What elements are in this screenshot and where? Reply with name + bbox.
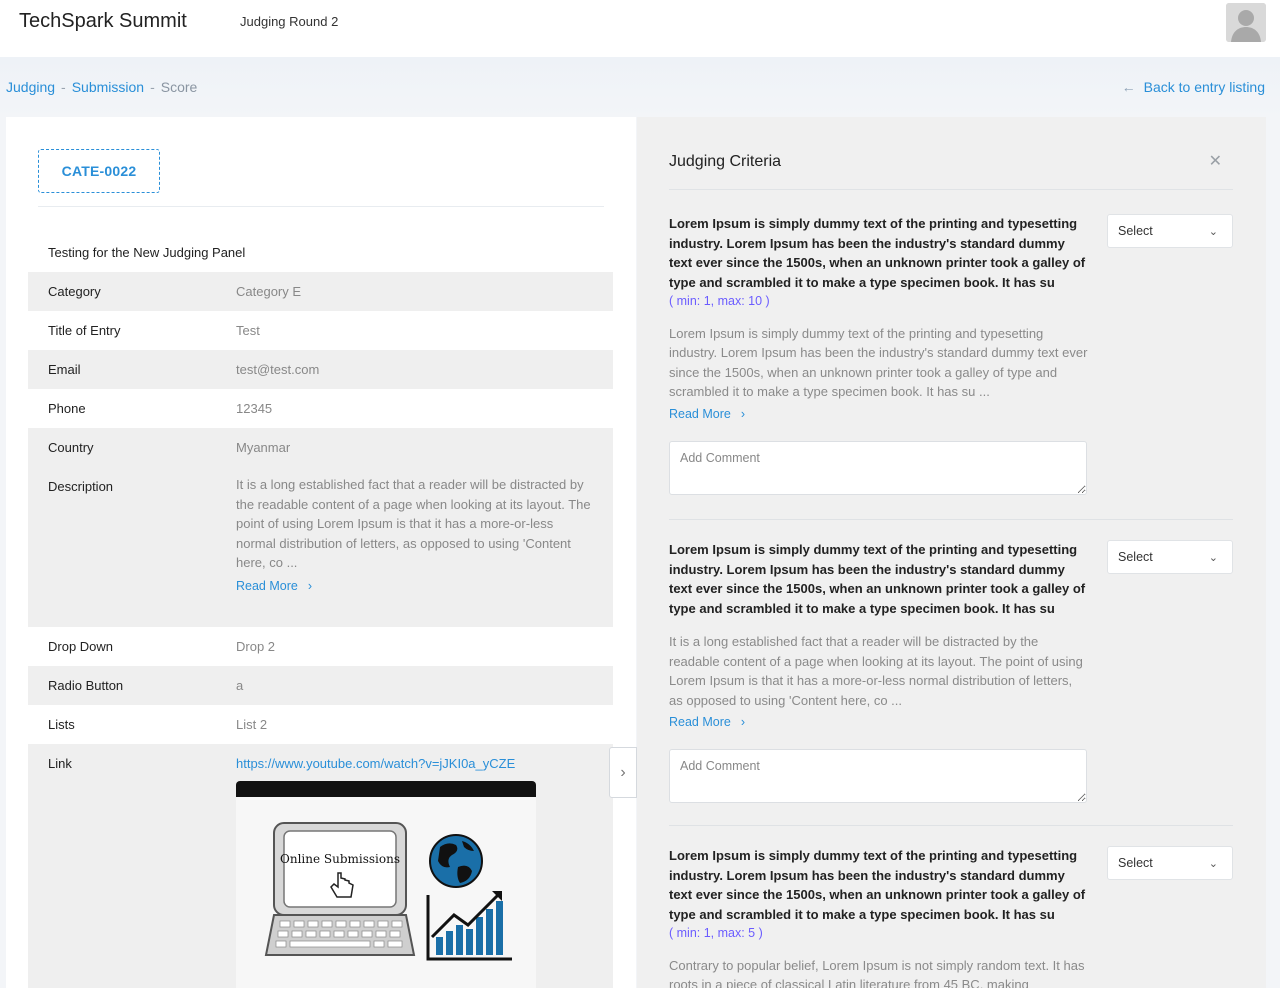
- criteria-title: Judging Criteria: [669, 153, 782, 170]
- field-row-link: Link https://www.youtube.com/watch?v=jJK…: [28, 744, 613, 988]
- breadcrumb-judging[interactable]: Judging: [6, 79, 55, 95]
- field-label: Title of Entry: [48, 323, 121, 338]
- video-link[interactable]: https://www.youtube.com/watch?v=jJKI0a_y…: [236, 756, 515, 771]
- field-row-category: Category Category E: [28, 272, 613, 311]
- field-label: Lists: [48, 717, 75, 732]
- divider: [669, 189, 1233, 190]
- top-bar: TechSpark Summit Judging Round 2: [0, 0, 1280, 57]
- read-more-link[interactable]: Read More ›: [236, 577, 312, 597]
- field-label: Email: [48, 362, 81, 377]
- criterion-1: Lorem Ipsum is simply dummy text of the …: [669, 214, 1233, 520]
- field-row-radio: Radio Button a: [28, 666, 613, 705]
- criterion-heading: Lorem Ipsum is simply dummy text of the …: [669, 848, 1086, 922]
- field-value: Test: [236, 323, 260, 338]
- field-value-link: https://www.youtube.com/watch?v=jJKI0a_y…: [236, 744, 593, 988]
- back-label: Back to entry listing: [1143, 79, 1265, 95]
- judging-round-label: Judging Round 2: [240, 14, 339, 29]
- read-more-label: Read More: [669, 715, 731, 729]
- divider: [669, 825, 1233, 826]
- field-row-description: Description It is a long established fac…: [28, 467, 613, 627]
- app-title: TechSpark Summit: [19, 10, 187, 32]
- field-label: Country: [48, 440, 94, 455]
- select-value: Select: [1118, 856, 1153, 870]
- field-row-country: Country Myanmar: [28, 428, 613, 467]
- field-label: Drop Down: [48, 639, 114, 654]
- description-text: It is a long established fact that a rea…: [236, 477, 591, 570]
- back-to-listing-link[interactable]: ← Back to entry listing: [1122, 79, 1265, 95]
- criterion-range: ( min: 1, max: 10 ): [669, 294, 770, 308]
- criterion-description: Contrary to popular belief, Lorem Ipsum …: [669, 957, 1085, 988]
- read-more-label: Read More: [669, 406, 731, 421]
- criterion-description: It is a long established fact that a rea…: [669, 634, 1083, 708]
- divider: [669, 519, 1233, 520]
- score-select[interactable]: Select ⌄: [1107, 214, 1233, 248]
- breadcrumb: Judging - Submission - Score: [6, 79, 197, 95]
- field-label: Link: [48, 756, 72, 771]
- read-more-link[interactable]: Read More ›: [669, 715, 745, 729]
- breadcrumb-submission[interactable]: Submission: [72, 79, 144, 95]
- field-value: Myanmar: [236, 440, 291, 455]
- collapse-panel-handle[interactable]: ›: [609, 747, 637, 798]
- read-more-link[interactable]: Read More ›: [669, 407, 745, 421]
- field-value: a: [236, 678, 244, 693]
- select-value: Select: [1118, 550, 1153, 564]
- entry-code-badge: CATE-0022: [38, 149, 160, 193]
- chevron-right-icon: ›: [307, 578, 313, 593]
- chevron-down-icon: ⌄: [1208, 225, 1218, 238]
- chevron-right-icon: ›: [740, 406, 746, 421]
- field-value-description: It is a long established fact that a rea…: [236, 467, 593, 596]
- field-row-phone: Phone 12345: [28, 389, 613, 428]
- video-thumbnail[interactable]: Online Submissions: [236, 781, 536, 988]
- entry-details-panel: CATE-0022 Testing for the New Judging Pa…: [6, 117, 636, 988]
- field-value: Drop 2: [236, 639, 276, 654]
- field-row-lists: Lists List 2: [28, 705, 613, 744]
- field-row-dropdown: Drop Down Drop 2: [28, 627, 613, 666]
- breadcrumb-separator: -: [150, 79, 155, 95]
- criterion-heading: Lorem Ipsum is simply dummy text of the …: [669, 542, 1086, 616]
- criterion-2: Lorem Ipsum is simply dummy text of the …: [669, 540, 1233, 826]
- score-select[interactable]: Select ⌄: [1107, 540, 1233, 574]
- read-more-label: Read More: [236, 578, 298, 593]
- entry-fields: Category Category E Title of Entry Test …: [28, 272, 613, 988]
- field-label: Phone: [48, 401, 86, 416]
- chevron-down-icon: ⌄: [1208, 857, 1218, 870]
- entry-title: Testing for the New Judging Panel: [48, 245, 246, 260]
- select-value: Select: [1118, 224, 1153, 238]
- field-value: Category E: [236, 284, 302, 299]
- chevron-down-icon: ⌄: [1208, 551, 1218, 564]
- criterion-range: ( min: 1, max: 5 ): [669, 926, 763, 940]
- arrow-left-icon: ←: [1121, 79, 1136, 95]
- criterion-heading: Lorem Ipsum is simply dummy text of the …: [669, 216, 1086, 290]
- chevron-right-icon: ›: [620, 763, 626, 781]
- comment-input[interactable]: [669, 440, 1087, 495]
- criterion-description: Lorem Ipsum is simply dummy text of the …: [669, 325, 1088, 400]
- field-label: Radio Button: [48, 678, 124, 693]
- comment-input[interactable]: [669, 749, 1087, 803]
- judging-criteria-panel: Judging Criteria ✕ Lorem Ipsum is simply…: [637, 117, 1266, 988]
- user-avatar-icon[interactable]: [1226, 3, 1266, 42]
- chevron-right-icon: ›: [740, 715, 746, 729]
- field-value: List 2: [236, 717, 268, 732]
- breadcrumb-current: Score: [160, 79, 198, 95]
- field-label: Category: [48, 284, 101, 299]
- field-value: test@test.com: [236, 362, 320, 377]
- criterion-3: Lorem Ipsum is simply dummy text of the …: [669, 846, 1233, 988]
- field-row-title: Title of Entry Test: [28, 311, 613, 350]
- breadcrumb-bar: Judging - Submission - Score ← Back to entry…: [0, 57, 1280, 117]
- divider: [38, 206, 604, 207]
- field-label: Description: [48, 479, 114, 494]
- video-caption-text: Online Submissions: [280, 852, 400, 866]
- score-select[interactable]: Select ⌄: [1107, 846, 1233, 880]
- close-icon[interactable]: ✕: [1209, 151, 1222, 171]
- field-value: 12345: [236, 401, 273, 416]
- breadcrumb-separator: -: [61, 79, 66, 95]
- field-row-email: Email test@test.com: [28, 350, 613, 389]
